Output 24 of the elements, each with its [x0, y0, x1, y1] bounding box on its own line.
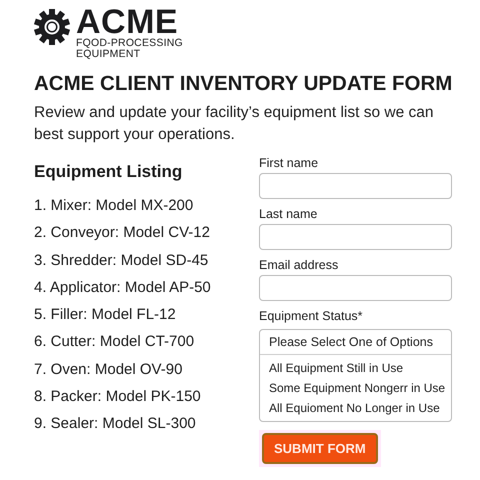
- field-label: Last name: [259, 207, 318, 221]
- intro-text: Review and update your facility’s equipment list so we can best support your operations.: [34, 103, 434, 145]
- equipment-item: 3. Shredder: Model SD-45: [34, 250, 210, 271]
- equipment-item: 6. Cutter: Model CT-700: [34, 332, 196, 352]
- status-select[interactable]: Please Select One of Options All Equipment Still in Use Some Equipment Nongerr in Use All Equioment No Longer in Use: [259, 329, 452, 422]
- equipment-item: 4. Applicator: Model AP-50: [34, 278, 211, 298]
- field-label: Equipment Status*: [259, 309, 364, 323]
- logo-tagline: EQUIPMENT: [76, 49, 142, 60]
- equipment-item: 7. Oven: Model OV-90: [34, 360, 184, 380]
- select-option[interactable]: Some Equipment Nongerr in Use: [260, 378, 451, 398]
- equipment-item: 9. Sealer: Model SL-300: [34, 414, 197, 434]
- field-label: First name: [259, 156, 320, 170]
- select-placeholder[interactable]: Please Select One of Options: [260, 330, 451, 355]
- equipment-item: 1. Mixer: Model MX-200: [34, 196, 194, 216]
- form-title: ACME CLIENT INVENTORY UPDATE FORM: [34, 72, 454, 96]
- equipment-item: 5. Filler: Model FL-12: [34, 305, 177, 326]
- equipment-item: 8. Packer: Model PK-150: [34, 387, 202, 408]
- field-label: Email address: [259, 258, 340, 272]
- select-option[interactable]: All Equipment Still in Use: [260, 358, 451, 378]
- logo-tagline: FQOD-PROCESSING: [76, 38, 183, 49]
- equipment-item: 2. Conveyor: Model CV-12: [34, 223, 211, 244]
- section-heading: Equipment Listing: [34, 162, 184, 182]
- select-option[interactable]: All Equioment No Longer in Use: [260, 398, 451, 418]
- logo-name: ACME: [76, 6, 178, 38]
